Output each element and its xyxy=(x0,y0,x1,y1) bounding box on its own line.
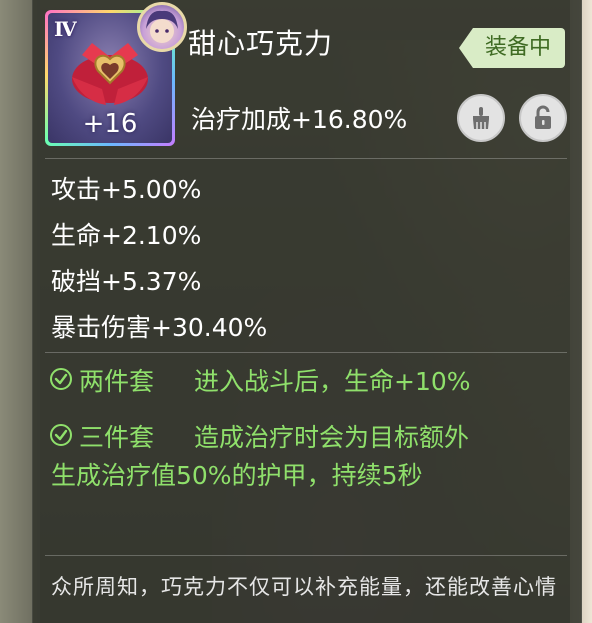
divider xyxy=(45,555,567,556)
divider xyxy=(45,158,567,159)
chocolate-gift-icon xyxy=(72,43,148,105)
set-name: 三件套 xyxy=(79,423,155,452)
unlock-icon xyxy=(535,105,551,129)
game-screen: Ⅳ +16 甜心巧克力 装备中 治疗加成+16.80% 攻击+5.00% 生命+… xyxy=(0,0,592,623)
check-circle-icon xyxy=(50,368,72,390)
character-portrait-icon xyxy=(146,10,178,43)
set-bonus-three-piece: 三件套 造成治疗时会为目标额外 xyxy=(49,418,469,454)
lock-toggle-button[interactable] xyxy=(519,94,567,142)
item-name: 甜心巧克力 xyxy=(188,27,334,60)
brush-icon xyxy=(473,107,489,129)
equipped-status-tag: 装备中 xyxy=(458,28,565,68)
sub-stat-hp: 生命+2.10% xyxy=(51,221,202,250)
main-stat: 治疗加成+16.80% xyxy=(191,105,408,134)
divider xyxy=(45,352,567,353)
check-circle-icon xyxy=(50,424,72,446)
item-detail-panel: Ⅳ +16 甜心巧克力 装备中 治疗加成+16.80% 攻击+5.00% 生命+… xyxy=(32,0,582,623)
set-bonus-two-piece: 两件套 进入战斗后，生命+10% xyxy=(49,362,471,398)
sub-stat-attack: 攻击+5.00% xyxy=(51,175,202,204)
set-name: 两件套 xyxy=(79,367,155,396)
equipped-character-avatar[interactable] xyxy=(137,2,187,52)
set-description: 进入战斗后，生命+10% xyxy=(194,367,471,396)
flavor-text: 众所周知，巧克力不仅可以补充能量，还能改善心情 xyxy=(51,575,557,599)
set-description-continued: 生成治疗值50%的护甲，持续5秒 xyxy=(51,461,423,490)
tier-badge: Ⅳ xyxy=(54,17,77,41)
sub-stat-break: 破挡+5.37% xyxy=(51,267,202,296)
sub-stat-crit-damage: 暴击伤害+30.40% xyxy=(51,313,268,342)
brush-button[interactable] xyxy=(457,94,505,142)
set-description: 造成治疗时会为目标额外 xyxy=(194,423,470,452)
enhance-level: +16 xyxy=(82,109,138,139)
